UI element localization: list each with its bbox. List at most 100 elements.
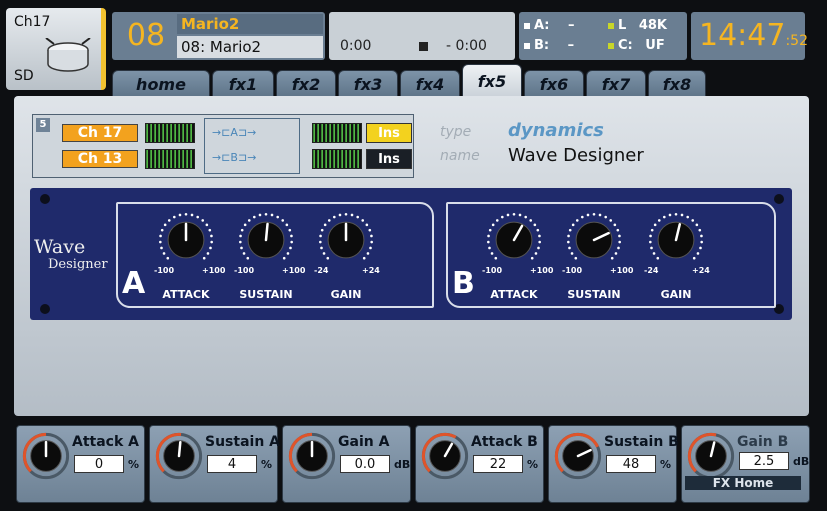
status-a: A: – bbox=[524, 18, 575, 33]
status-c: C: UF bbox=[608, 38, 665, 53]
status-a-label: A: bbox=[534, 18, 550, 33]
range-max: +100 bbox=[610, 266, 634, 275]
range-max: +100 bbox=[282, 266, 306, 275]
status-b-label: B: bbox=[534, 38, 550, 53]
attack-a-knob[interactable] bbox=[158, 212, 214, 268]
param-name: Sustain B bbox=[604, 434, 679, 450]
status-l-label: L bbox=[618, 18, 627, 33]
knob-label: ATTACK bbox=[162, 288, 210, 301]
status-c-indicator-icon bbox=[608, 42, 614, 49]
param-unit: % bbox=[660, 458, 672, 471]
insert-a-button[interactable]: Ins bbox=[366, 123, 412, 143]
status-l-value: 48K bbox=[638, 18, 667, 33]
param-name: Attack A bbox=[72, 434, 139, 450]
output-a-meter bbox=[312, 123, 362, 143]
logo-line2: Designer bbox=[48, 257, 108, 272]
input-b-meter bbox=[145, 149, 195, 169]
knob-label: SUSTAIN bbox=[239, 288, 293, 301]
output-b-meter bbox=[312, 149, 362, 169]
param-name: Sustain A bbox=[205, 434, 280, 450]
stop-icon[interactable] bbox=[419, 42, 428, 51]
status-l: L 48K bbox=[608, 18, 667, 33]
param-knob[interactable] bbox=[155, 432, 203, 480]
range-max: +24 bbox=[692, 266, 710, 275]
gain-b-knob[interactable] bbox=[648, 212, 704, 268]
range-max: +100 bbox=[202, 266, 226, 275]
show-name: Mario2 bbox=[177, 14, 323, 34]
clock: 14:47:52 bbox=[691, 12, 808, 60]
transport-remaining: - 0:00 bbox=[446, 38, 487, 54]
knob-label: GAIN bbox=[330, 288, 362, 301]
gain-a-knob[interactable] bbox=[318, 212, 374, 268]
clock-hours-minutes: 14:47 bbox=[699, 18, 786, 53]
sustain-b-knob[interactable] bbox=[566, 212, 622, 268]
param-unit: % bbox=[128, 458, 140, 471]
tab-fx8[interactable]: fx8 bbox=[648, 70, 706, 98]
param-knob[interactable] bbox=[687, 432, 735, 480]
tab-fx5[interactable]: fx5 bbox=[462, 64, 522, 98]
param-unit: dB bbox=[793, 455, 810, 468]
sustain-a-knob[interactable] bbox=[238, 212, 294, 268]
range-min: -100 bbox=[562, 266, 583, 275]
tab-fx4[interactable]: fx4 bbox=[400, 70, 460, 98]
param-value[interactable]: 0 bbox=[74, 455, 124, 473]
range-min: -24 bbox=[314, 266, 329, 275]
range-min: -100 bbox=[234, 266, 255, 275]
range-min: -100 bbox=[154, 266, 175, 275]
param-knob[interactable] bbox=[554, 432, 602, 480]
range-min: -100 bbox=[482, 266, 503, 275]
param-value[interactable]: 2.5 bbox=[739, 452, 789, 470]
range-max: +100 bbox=[530, 266, 554, 275]
screw-icon bbox=[774, 194, 784, 204]
param-value[interactable]: 48 bbox=[606, 455, 656, 473]
fx-slot-number: 5 bbox=[36, 118, 50, 132]
status-b-indicator-icon bbox=[524, 42, 530, 49]
scene-name: 08: Mario2 bbox=[177, 36, 323, 58]
channel-strip-select[interactable]: Ch17 SD bbox=[6, 8, 106, 90]
name-label: name bbox=[440, 148, 480, 164]
status-a-value: – bbox=[568, 18, 575, 33]
channel-number: Ch17 bbox=[14, 14, 51, 30]
wave-designer-logo: Wave Designer bbox=[34, 238, 108, 274]
status-l-indicator-icon bbox=[608, 22, 614, 29]
param-knob[interactable] bbox=[22, 432, 70, 480]
param-name: Gain B bbox=[737, 434, 789, 450]
logo-line1: Wave bbox=[34, 236, 86, 258]
knob-label: GAIN bbox=[660, 288, 692, 301]
attack-b-knob[interactable] bbox=[486, 212, 542, 268]
range-max: +24 bbox=[362, 266, 380, 275]
status-b-value: – bbox=[567, 38, 575, 53]
name-value[interactable]: Wave Designer bbox=[508, 145, 644, 166]
status-a-indicator-icon bbox=[524, 22, 530, 29]
channel-short-name: SD bbox=[14, 68, 34, 84]
param-unit: % bbox=[527, 458, 539, 471]
clock-seconds: :52 bbox=[785, 33, 808, 49]
input-b-button[interactable]: Ch 13 bbox=[62, 150, 138, 168]
type-label: type bbox=[440, 124, 472, 140]
tab-fx7[interactable]: fx7 bbox=[586, 70, 646, 98]
fx-home-button[interactable]: FX Home bbox=[685, 476, 801, 490]
screw-icon bbox=[40, 194, 50, 204]
input-a-button[interactable]: Ch 17 bbox=[62, 124, 138, 142]
tab-home[interactable]: home bbox=[112, 70, 210, 98]
param-knob[interactable] bbox=[421, 432, 469, 480]
param-value[interactable]: 4 bbox=[207, 455, 257, 473]
status-c-label: C: bbox=[618, 38, 633, 53]
input-a-meter bbox=[145, 123, 195, 143]
range-min: -24 bbox=[644, 266, 659, 275]
insert-b-button[interactable]: Ins bbox=[366, 149, 412, 169]
param-unit: % bbox=[261, 458, 273, 471]
param-value[interactable]: 0.0 bbox=[340, 455, 390, 473]
param-knob[interactable] bbox=[288, 432, 336, 480]
section-letter: A bbox=[122, 266, 146, 301]
tab-fx3[interactable]: fx3 bbox=[338, 70, 398, 98]
tab-fx1[interactable]: fx1 bbox=[212, 70, 274, 98]
param-value[interactable]: 22 bbox=[473, 455, 523, 473]
tab-fx6[interactable]: fx6 bbox=[524, 70, 584, 98]
tab-fx2[interactable]: fx2 bbox=[276, 70, 336, 98]
route-a-diagram: →⊏A⊐→ bbox=[212, 126, 257, 139]
screw-icon bbox=[40, 304, 50, 314]
param-unit: dB bbox=[394, 458, 411, 471]
transport-elapsed: 0:00 bbox=[340, 38, 372, 54]
status-b: B: – bbox=[524, 38, 574, 53]
